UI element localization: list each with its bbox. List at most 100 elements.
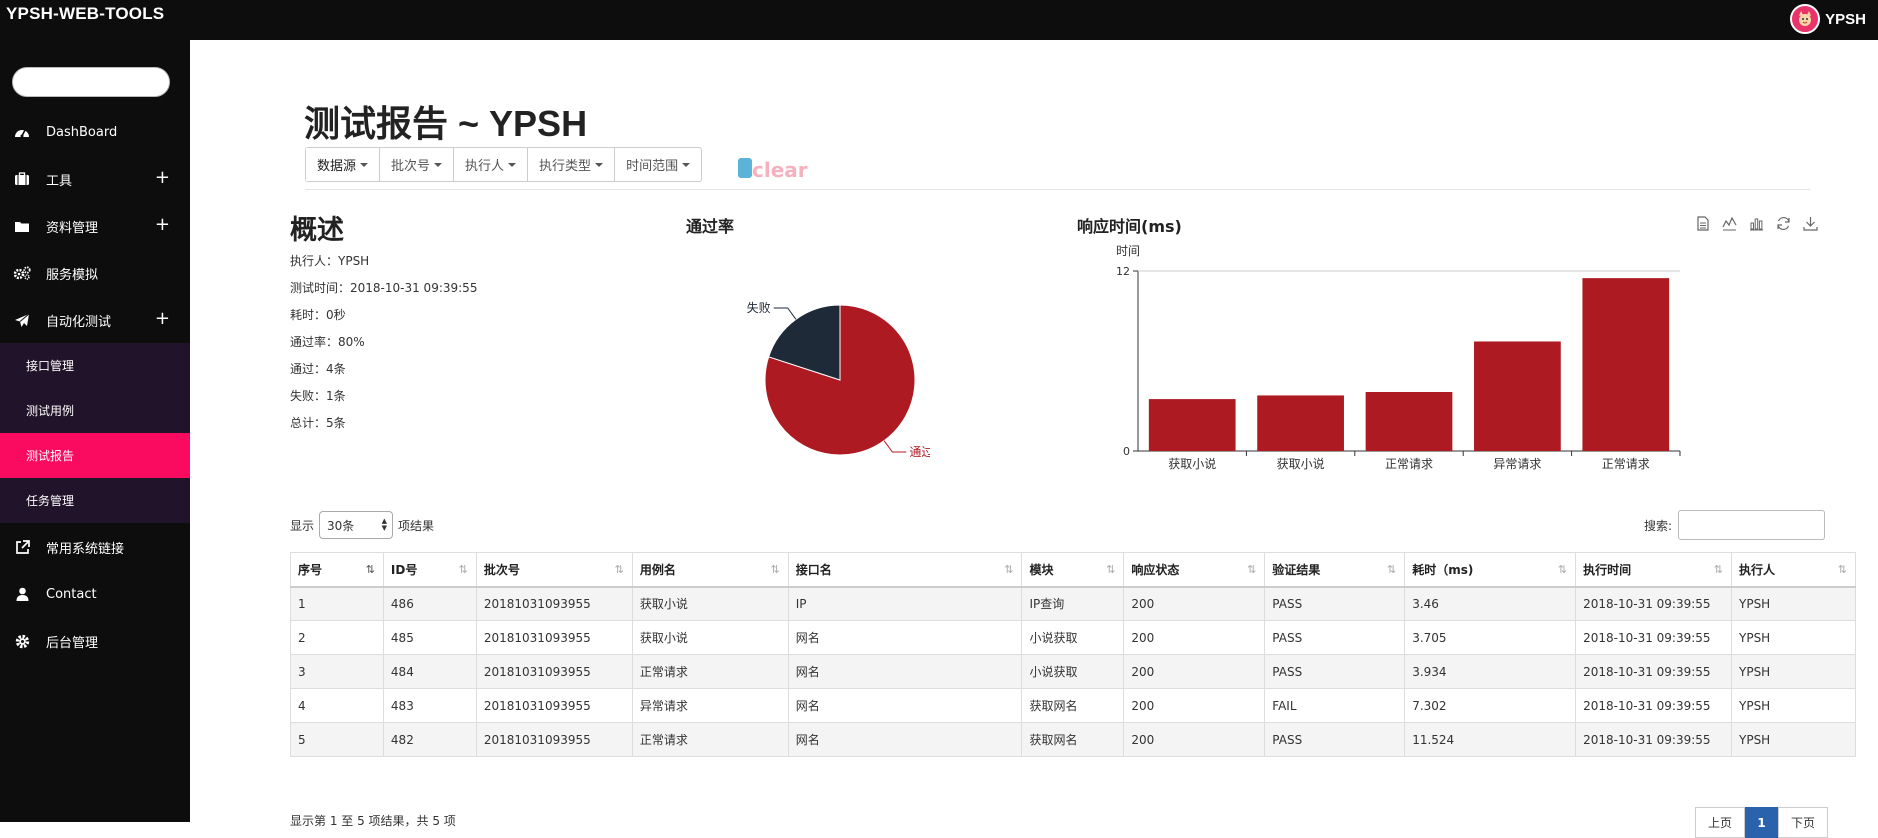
data-view-icon[interactable]: [1695, 216, 1711, 232]
page-length-select[interactable]: 30条 ▲ ▼: [319, 511, 394, 539]
cell-batch: 20181031093955: [475, 688, 633, 723]
x-tick-label: 正常请求: [1602, 457, 1650, 471]
col-header-label: 用例名: [639, 562, 676, 577]
cell-exec-time: 2018-10-31 09:39:55: [1575, 586, 1732, 621]
refresh-icon[interactable]: [1776, 216, 1792, 232]
col-header-seq[interactable]: 序号 ⇅: [290, 552, 384, 588]
sort-icon: ⇅: [770, 563, 780, 576]
table-row[interactable]: 2 485 20181031093955 获取小说 网名 小说获取 200 PA…: [290, 620, 1856, 655]
filter-time-range-dropdown[interactable]: 时间范围: [615, 148, 701, 181]
table-row[interactable]: 3 484 20181031093955 正常请求 网名 小说获取 200 PA…: [290, 654, 1856, 689]
brand-title[interactable]: YPSH-WEB-TOOLS: [6, 4, 164, 24]
bar-2[interactable]: [1365, 391, 1453, 451]
summary-total: 总计：5条: [290, 416, 346, 430]
bar-1[interactable]: [1257, 395, 1344, 451]
summary-list: 执行人：YPSH 测试时间：2018-10-31 09:39:55 耗时：0秒 …: [290, 252, 477, 441]
table-search-input[interactable]: [1678, 510, 1826, 540]
select-arrows-icon: ▲ ▼: [381, 517, 388, 532]
sidebar-subitem-task-management[interactable]: 任务管理: [0, 478, 190, 523]
sort-icon: ⇅: [1837, 563, 1847, 576]
summary-passed: 通过：4条: [290, 362, 346, 376]
cell-status: 200: [1123, 722, 1266, 757]
col-header-module[interactable]: 模块 ⇅: [1021, 552, 1125, 588]
col-header-label: 模块: [1029, 562, 1054, 577]
sidebar-subitem-test-report[interactable]: 测试报告: [0, 433, 190, 478]
col-header-duration[interactable]: 耗时（ms) ⇅: [1404, 552, 1577, 588]
cell-exec-time: 2018-10-31 09:39:55: [1575, 620, 1732, 655]
folder-icon: [12, 220, 32, 233]
table-row[interactable]: 4 483 20181031093955 异常请求 网名 获取网名 200 FA…: [290, 688, 1856, 723]
sort-icon: ⇅: [1713, 563, 1723, 576]
col-header-api-name[interactable]: 接口名 ⇅: [787, 552, 1023, 588]
x-tick-label: 正常请求: [1385, 457, 1433, 471]
table-row[interactable]: 5 482 20181031093955 正常请求 网名 获取网名 200 PA…: [290, 722, 1856, 757]
col-header-batch[interactable]: 批次号 ⇅: [475, 552, 633, 588]
cell-seq: 2: [290, 620, 384, 655]
sidebar-item-system-links[interactable]: 常用系统链接: [0, 524, 190, 570]
y-tick-label: 12: [1116, 265, 1130, 278]
summary-test-time: 测试时间：2018-10-31 09:39:55: [290, 281, 478, 295]
filter-executor-dropdown[interactable]: 执行人: [454, 148, 529, 181]
sidebar-item-automation[interactable]: 自动化测试 +: [0, 297, 190, 343]
caret-down-icon: [360, 162, 369, 167]
col-header-result[interactable]: 验证结果 ⇅: [1264, 552, 1406, 588]
sidebar-item-label: 后台管理: [46, 635, 99, 651]
cell-exec-time: 2018-10-31 09:39:55: [1575, 722, 1732, 757]
filter-batch-dropdown[interactable]: 批次号: [380, 148, 455, 181]
filter-label: 批次号: [391, 159, 431, 174]
cell-id: 483: [382, 688, 477, 723]
clear-button-label[interactable]: clear: [752, 158, 808, 182]
caret-down-icon: [595, 162, 604, 167]
clear-button[interactable]: [738, 158, 752, 178]
col-header-case-name[interactable]: 用例名 ⇅: [631, 552, 789, 588]
paper-plane-icon: [12, 313, 32, 328]
cell-case-name: 获取小说: [631, 620, 789, 655]
sidebar-item-admin[interactable]: 后台管理: [0, 618, 190, 664]
sort-icon: ⇅: [1386, 563, 1397, 576]
sidebar-subitem-test-cases[interactable]: 测试用例: [0, 388, 190, 433]
sidebar-item-label: 常用系统链接: [46, 541, 125, 557]
sidebar-item-dashboard[interactable]: DashBoard: [0, 109, 190, 155]
cat-avatar-icon: [1799, 11, 1812, 26]
filter-exec-type-dropdown[interactable]: 执行类型: [528, 148, 616, 181]
cell-executor: YPSH: [1731, 620, 1856, 655]
page-1-button[interactable]: 1: [1745, 807, 1778, 838]
sidebar-item-tools[interactable]: 工具 +: [0, 156, 190, 202]
bar-4[interactable]: [1582, 278, 1670, 451]
expand-plus-icon[interactable]: +: [155, 216, 170, 234]
sidebar-item-label: Contact: [46, 586, 97, 602]
download-icon[interactable]: [1803, 216, 1819, 232]
caret-down-icon: [508, 162, 517, 167]
prev-page-button[interactable]: 上页: [1695, 807, 1745, 838]
expand-plus-icon[interactable]: +: [155, 169, 170, 187]
table-row[interactable]: 1 486 20181031093955 获取小说 IP IP查询 200 PA…: [290, 586, 1856, 621]
col-header-exec-time[interactable]: 执行时间 ⇅: [1575, 552, 1732, 588]
search-label: 搜索:: [1644, 518, 1673, 533]
y-axis-label: 时间: [1116, 244, 1140, 258]
col-header-id[interactable]: ID号 ⇅: [382, 552, 477, 588]
user-menu[interactable]: YPSH: [1790, 4, 1866, 34]
sidebar-subitem-api-management[interactable]: 接口管理: [0, 343, 190, 388]
pie-label-1: 失败: [747, 300, 771, 315]
col-header-executor[interactable]: 执行人 ⇅: [1731, 552, 1856, 588]
sidebar-item-resources[interactable]: 资料管理 +: [0, 203, 190, 249]
briefcase-icon: [12, 172, 32, 186]
sidebar-item-contact[interactable]: Contact: [0, 571, 190, 617]
filter-data-source-dropdown[interactable]: 数据源: [306, 148, 381, 181]
cell-batch: 20181031093955: [475, 620, 633, 655]
line-chart-icon[interactable]: [1722, 216, 1738, 232]
cell-api-name: 网名: [787, 722, 1023, 757]
bar-0[interactable]: [1148, 399, 1236, 451]
bar-3[interactable]: [1474, 341, 1561, 451]
expand-plus-icon[interactable]: +: [155, 310, 170, 328]
next-page-button[interactable]: 下页: [1778, 807, 1828, 838]
col-header-label: 响应状态: [1131, 562, 1180, 577]
filter-label: 执行类型: [539, 159, 592, 174]
cell-module: 获取网名: [1021, 722, 1125, 757]
col-header-label: 验证结果: [1272, 562, 1321, 577]
cell-result: PASS: [1264, 620, 1406, 655]
col-header-status[interactable]: 响应状态 ⇅: [1123, 552, 1266, 588]
sidebar-search-input[interactable]: [12, 67, 170, 97]
sidebar-item-service-mock[interactable]: 服务模拟: [0, 250, 190, 296]
bar-chart-icon[interactable]: [1749, 216, 1765, 232]
